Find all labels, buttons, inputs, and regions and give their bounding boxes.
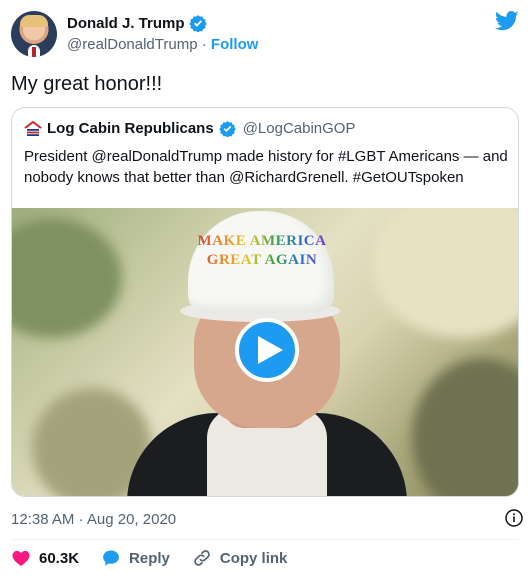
play-icon xyxy=(258,336,283,364)
like-button[interactable]: 60.3K xyxy=(11,548,79,568)
play-button[interactable] xyxy=(235,318,299,382)
tweet-actions: 60.3K Reply Copy link xyxy=(11,547,309,569)
separator: · xyxy=(201,36,207,53)
tweet-text: My great honor!!! xyxy=(11,73,163,95)
divider xyxy=(11,539,519,540)
verified-badge-icon xyxy=(188,15,207,32)
author-name[interactable]: Donald J. Trump xyxy=(67,15,185,32)
heart-icon xyxy=(12,550,30,566)
like-count: 60.3K xyxy=(39,549,80,567)
reply-bubble-icon xyxy=(103,550,119,566)
copy-link-button[interactable]: Copy link xyxy=(192,548,288,568)
video-player[interactable]: MAKE AMERICA GREAT AGAIN xyxy=(12,208,518,496)
quoted-tweet-header: Log Cabin Republicans @LogCabinGOP xyxy=(24,120,355,137)
quoted-tweet[interactable]: Log Cabin Republicans @LogCabinGOP Presi… xyxy=(11,107,519,497)
author-handle[interactable]: @realDonaldTrump xyxy=(67,36,198,53)
log-cabin-logo-icon xyxy=(24,120,42,136)
copy-link-label: Copy link xyxy=(219,549,288,567)
twitter-bird-icon[interactable] xyxy=(495,11,519,31)
quoted-tweet-text: President @realDonaldTrump made history … xyxy=(24,148,508,186)
reply-label: Reply xyxy=(129,549,170,567)
follow-link[interactable]: Follow xyxy=(211,36,259,53)
tweet-header: Donald J. Trump @realDonaldTrump · Follo… xyxy=(11,11,519,61)
author-handle-line: @realDonaldTrump · Follow xyxy=(67,36,258,53)
verified-badge-icon xyxy=(218,121,236,137)
info-icon[interactable] xyxy=(505,509,523,527)
avatar[interactable] xyxy=(11,11,57,57)
cap-text: MAKE AMERICA GREAT AGAIN xyxy=(195,232,329,270)
quoted-author-handle[interactable]: @LogCabinGOP xyxy=(243,120,356,137)
author-name-line[interactable]: Donald J. Trump xyxy=(67,14,207,32)
link-icon xyxy=(194,550,210,566)
quoted-author-name[interactable]: Log Cabin Republicans xyxy=(47,120,214,137)
reply-button[interactable]: Reply xyxy=(101,548,170,568)
tweet-timestamp[interactable]: 12:38 AM · Aug 20, 2020 xyxy=(11,511,176,528)
